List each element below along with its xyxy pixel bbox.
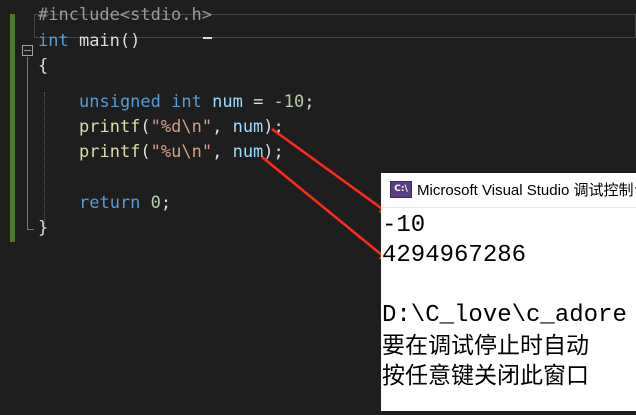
code-line-include[interactable]: #include<stdio.h>	[38, 4, 212, 26]
code-token: 0	[150, 193, 161, 213]
code-token: unsigned	[79, 92, 161, 112]
code-token: printf	[79, 142, 141, 162]
code-token: }	[38, 218, 49, 238]
code-token: (	[140, 117, 151, 137]
code-token: -10	[273, 92, 305, 112]
console-title: Microsoft Visual Studio 调试控制台	[417, 182, 636, 199]
code-token: ,	[212, 142, 233, 162]
console-output-line-2: 4294967286	[382, 242, 527, 269]
code-line-printf-d[interactable]: printf("%d\n", num);	[79, 116, 284, 138]
console-titlebar[interactable]: C:\ Microsoft Visual Studio 调试控制台	[381, 173, 636, 208]
change-indicator-bar	[10, 14, 15, 242]
console-output-line-1: -10	[382, 212, 426, 239]
console-app-icon: C:\	[390, 181, 412, 198]
fold-region-line	[27, 57, 28, 229]
code-line-open-brace[interactable]: {	[38, 55, 48, 77]
code-token: num	[232, 117, 264, 137]
code-token: =	[242, 92, 274, 112]
code-token: #include<stdio.h>	[38, 5, 212, 25]
console-output-line-4: D:\C_love\c_adore	[382, 302, 627, 329]
code-token: ;	[304, 92, 315, 112]
code-token: );	[263, 117, 284, 137]
code-token: {	[38, 56, 49, 76]
indent-guide	[44, 92, 45, 226]
code-token: "%d\n"	[150, 117, 213, 137]
code-token: ,	[212, 117, 233, 137]
code-token: "%u\n"	[150, 142, 213, 162]
code-token: ;	[160, 193, 172, 213]
text-cursor	[203, 37, 212, 39]
code-token: printf	[79, 117, 141, 137]
code-line-close-brace[interactable]: }	[38, 217, 48, 239]
console-output-line-5: 要在调试停止时自动	[382, 333, 589, 359]
debug-console-window[interactable]: C:\ Microsoft Visual Studio 调试控制台 -10 42…	[381, 173, 636, 415]
code-line-decl[interactable]: unsigned int num = -10;	[79, 91, 315, 113]
code-token: int	[38, 31, 69, 51]
collapse-icon[interactable]: −	[22, 45, 33, 56]
code-line-main[interactable]: int main()	[38, 30, 140, 52]
code-token: return	[79, 193, 141, 213]
code-token: main()	[68, 31, 141, 51]
code-token: num	[232, 142, 264, 162]
code-token: num	[212, 92, 243, 112]
code-line-printf-u[interactable]: printf("%u\n", num);	[79, 141, 284, 163]
code-token: int	[171, 92, 202, 112]
code-token: );	[263, 142, 284, 162]
console-output-line-6: 按任意键关闭此窗口	[382, 363, 589, 389]
code-line-return[interactable]: return 0;	[79, 192, 171, 214]
code-token: (	[140, 142, 151, 162]
fold-region-end	[27, 229, 34, 230]
console-bottom-edge	[381, 411, 636, 415]
